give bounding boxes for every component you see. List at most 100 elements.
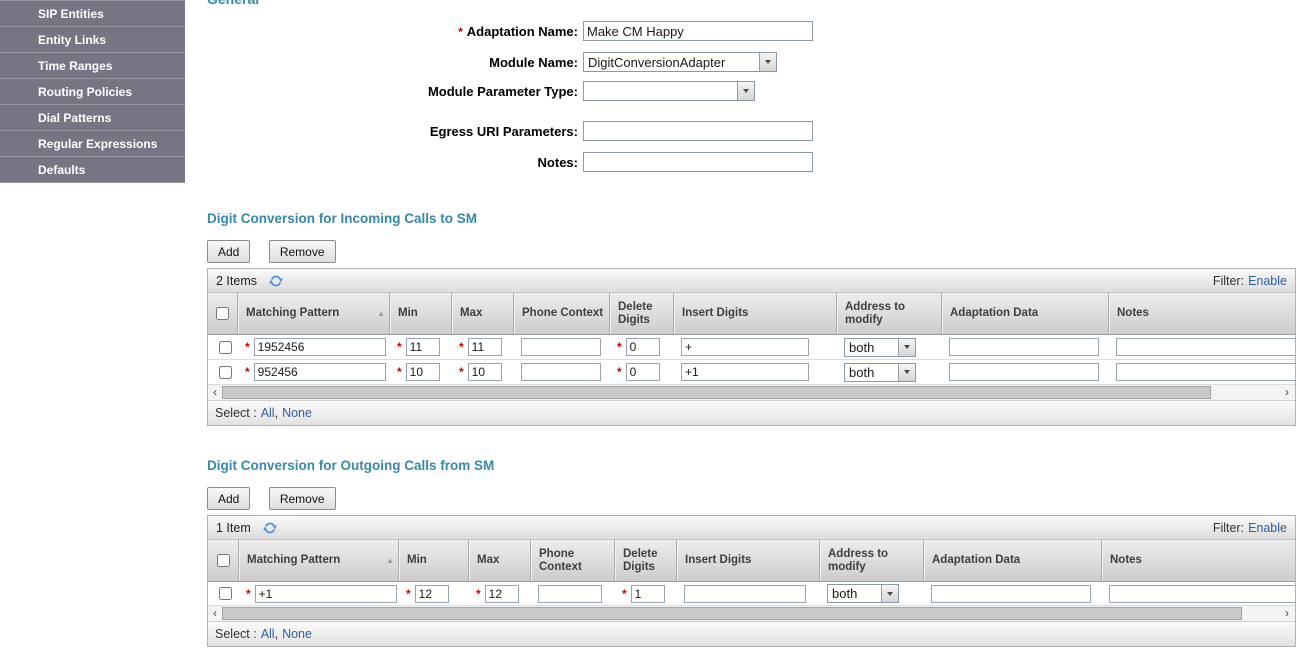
chevron-down-icon	[737, 82, 754, 100]
address-to-modify-select[interactable]: both	[844, 363, 916, 382]
section-title-general: General	[207, 0, 259, 7]
row-notes-input[interactable]	[1116, 338, 1295, 356]
sidebar-item-dial-patterns[interactable]: Dial Patterns	[0, 105, 185, 131]
column-header-adaptation-data[interactable]: Adaptation Data	[924, 540, 1102, 581]
max-input[interactable]	[468, 363, 502, 381]
phone-context-input[interactable]	[521, 338, 601, 356]
column-header-address-to-modify[interactable]: Address to modify	[820, 540, 924, 581]
phone-context-input[interactable]	[521, 363, 601, 381]
insert-digits-input[interactable]	[684, 585, 806, 603]
select-bar: Select : All, None	[208, 401, 1295, 425]
sidebar-item-time-ranges[interactable]: Time Ranges	[0, 53, 185, 79]
adaptation-name-input[interactable]	[583, 21, 813, 41]
scroll-left-icon[interactable]: ‹	[208, 385, 222, 400]
select-label: Select :	[215, 406, 257, 420]
column-header-matching-pattern[interactable]: Matching Pattern▲	[238, 293, 390, 334]
chevron-down-icon	[898, 364, 915, 381]
table-toolbar: 1 Item Filter:Enable	[208, 516, 1295, 540]
select-all-checkbox[interactable]	[217, 554, 230, 567]
column-header-max[interactable]: Max	[469, 540, 531, 581]
sidebar-item-defaults[interactable]: Defaults	[0, 157, 185, 183]
sidebar-item-routing-policies[interactable]: Routing Policies	[0, 79, 185, 105]
matching-pattern-input[interactable]	[254, 338, 386, 356]
notes-input[interactable]	[583, 152, 813, 172]
filter-enable-link[interactable]: Enable	[1248, 274, 1287, 288]
phone-context-input[interactable]	[538, 585, 602, 603]
egress-uri-parameters-input[interactable]	[583, 121, 813, 141]
column-header-matching-pattern[interactable]: Matching Pattern▲	[239, 540, 399, 581]
scrollbar-thumb[interactable]	[222, 386, 1211, 399]
select-none-link[interactable]: None	[282, 627, 312, 641]
refresh-icon[interactable]	[263, 521, 277, 535]
matching-pattern-input[interactable]	[254, 363, 386, 381]
column-header-adaptation-data[interactable]: Adaptation Data	[942, 293, 1109, 334]
column-header-address-to-modify[interactable]: Address to modify	[837, 293, 942, 334]
adaptation-data-input[interactable]	[949, 363, 1099, 381]
egress-uri-parameters-label: Egress URI Parameters:	[207, 124, 583, 139]
min-input[interactable]	[406, 363, 440, 381]
filter-enable-link[interactable]: Enable	[1248, 521, 1287, 535]
module-name-label: Module Name:	[207, 55, 583, 70]
column-header-delete-digits[interactable]: Delete Digits	[615, 540, 677, 581]
column-header-phone-context[interactable]: Phone Context	[531, 540, 615, 581]
column-header-min[interactable]: Min	[399, 540, 469, 581]
scrollbar-thumb[interactable]	[222, 607, 1242, 620]
delete-digits-input[interactable]	[626, 338, 660, 356]
address-to-modify-select[interactable]: both	[827, 584, 899, 603]
matching-pattern-input[interactable]	[255, 585, 397, 603]
min-input[interactable]	[415, 585, 449, 603]
row-notes-input[interactable]	[1109, 585, 1295, 603]
adaptation-data-input[interactable]	[949, 338, 1099, 356]
row-checkbox[interactable]	[219, 587, 232, 600]
insert-digits-input[interactable]	[681, 363, 809, 381]
select-all-link[interactable]: All	[261, 627, 275, 641]
incoming-section-title: Digit Conversion for Incoming Calls to S…	[207, 211, 1296, 227]
min-input[interactable]	[406, 338, 440, 356]
remove-button[interactable]: Remove	[269, 487, 336, 510]
delete-digits-input[interactable]	[631, 585, 665, 603]
column-header-notes[interactable]: Notes	[1109, 293, 1295, 334]
horizontal-scrollbar[interactable]: ‹ ›	[208, 385, 1295, 401]
select-all-link[interactable]: All	[261, 406, 275, 420]
column-header-min[interactable]: Min	[390, 293, 452, 334]
adaptation-data-input[interactable]	[931, 585, 1091, 603]
column-header-insert-digits[interactable]: Insert Digits	[677, 540, 820, 581]
add-button[interactable]: Add	[207, 487, 250, 510]
module-parameter-type-label: Module Parameter Type:	[207, 84, 583, 99]
refresh-icon[interactable]	[269, 274, 283, 288]
delete-digits-input[interactable]	[626, 363, 660, 381]
sidebar-item-entity-links[interactable]: Entity Links	[0, 27, 185, 53]
row-checkbox[interactable]	[219, 366, 232, 379]
items-count: 2 Items	[216, 274, 257, 288]
chevron-down-icon	[759, 53, 776, 71]
max-input[interactable]	[468, 338, 502, 356]
select-all-checkbox[interactable]	[216, 307, 229, 320]
chevron-down-icon	[881, 585, 898, 602]
column-header-notes[interactable]: Notes	[1102, 540, 1295, 581]
insert-digits-input[interactable]	[681, 338, 809, 356]
column-header-delete-digits[interactable]: Delete Digits	[610, 293, 674, 334]
module-parameter-type-select[interactable]	[583, 81, 755, 101]
chevron-down-icon	[898, 339, 915, 356]
scroll-right-icon[interactable]: ›	[1280, 385, 1294, 400]
row-notes-input[interactable]	[1116, 363, 1295, 381]
add-button[interactable]: Add	[207, 240, 250, 263]
remove-button[interactable]: Remove	[269, 240, 336, 263]
address-to-modify-select[interactable]: both	[844, 338, 916, 357]
outgoing-table: 1 Item Filter:Enable Matching Pattern▲ M…	[207, 515, 1296, 647]
column-header-phone-context[interactable]: Phone Context	[514, 293, 610, 334]
column-header-insert-digits[interactable]: Insert Digits	[674, 293, 837, 334]
outgoing-section-title: Digit Conversion for Outgoing Calls from…	[207, 458, 1296, 474]
column-header-max[interactable]: Max	[452, 293, 514, 334]
sidebar-item-regular-expressions[interactable]: Regular Expressions	[0, 131, 185, 157]
select-none-link[interactable]: None	[282, 406, 312, 420]
max-input[interactable]	[485, 585, 519, 603]
scroll-left-icon[interactable]: ‹	[208, 606, 222, 621]
sidebar: SIP Entities Entity Links Time Ranges Ro…	[0, 0, 185, 183]
horizontal-scrollbar[interactable]: ‹ ›	[208, 606, 1295, 622]
module-name-select[interactable]: DigitConversionAdapter	[583, 52, 777, 72]
scroll-right-icon[interactable]: ›	[1280, 606, 1294, 621]
incoming-table: 2 Items Filter:Enable Matching Pattern▲ …	[207, 268, 1296, 426]
sidebar-item-sip-entities[interactable]: SIP Entities	[0, 1, 185, 27]
row-checkbox[interactable]	[219, 341, 232, 354]
